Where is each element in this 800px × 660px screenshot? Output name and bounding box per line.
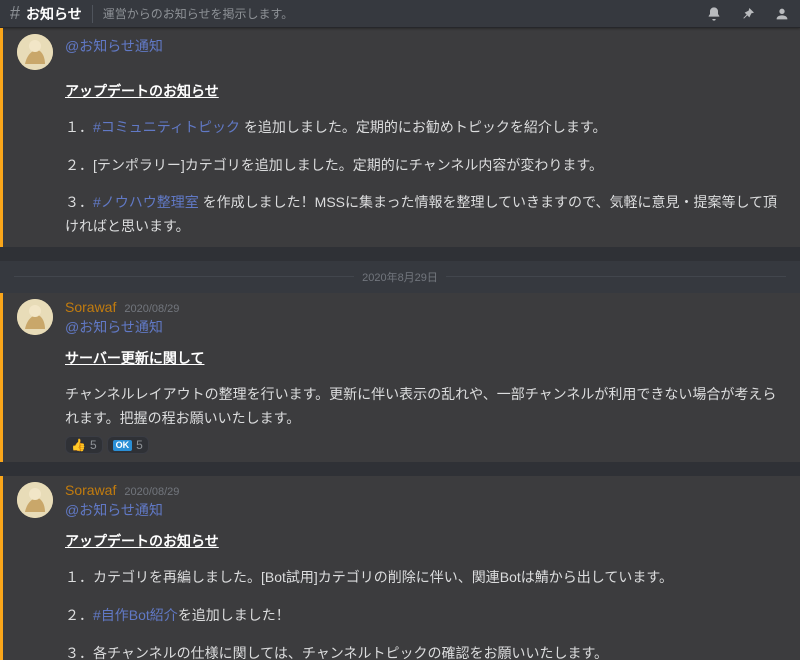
channel-link[interactable]: #ノウハウ整理室: [93, 194, 199, 210]
author-name[interactable]: Sorawaf: [65, 482, 116, 498]
message: Sorawaf 2020/08/29 @お知らせ通知 サーバー更新に関して チャ…: [0, 293, 800, 462]
members-icon[interactable]: [774, 6, 790, 22]
message-heading: サーバー更新に関して: [65, 347, 786, 371]
timestamp: 2020/08/29: [124, 486, 179, 498]
message-line: １．#コミュニティトピック を追加しました。定期的にお勧めトピックを紹介します。: [65, 116, 786, 140]
author-name[interactable]: Sorawaf: [65, 299, 116, 315]
separator: [0, 247, 800, 261]
channel-name: お知らせ: [26, 4, 82, 24]
channel-link[interactable]: #コミュニティトピック: [93, 119, 240, 135]
hash-icon: #: [10, 3, 20, 24]
date-divider: 2020年8月29日: [14, 269, 786, 285]
separator: [0, 462, 800, 476]
message: Sorawaf 2020/08/29 @お知らせ通知 アップデートのお知らせ １…: [0, 476, 800, 660]
pin-icon[interactable]: [740, 6, 756, 22]
reaction[interactable]: OK 5: [107, 436, 149, 454]
avatar[interactable]: [17, 299, 53, 335]
reaction-count: 5: [136, 438, 143, 452]
message-line: ２．#自作Bot紹介を追加しました！: [65, 604, 786, 628]
message-line: ３．#ノウハウ整理室 を作成しました！MSSに集まった情報を整理していきますので…: [65, 191, 786, 239]
message-heading: アップデートのお知らせ: [65, 530, 786, 554]
message: @お知らせ通知 アップデートのお知らせ １．#コミュニティトピック を追加しまし…: [0, 28, 800, 247]
message-line: ２．[テンポラリー]カテゴリを追加しました。定期的にチャンネル内容が変わります。: [65, 154, 786, 178]
thumbs-up-icon: 👍: [71, 438, 86, 452]
avatar[interactable]: [17, 482, 53, 518]
timestamp: 2020/08/29: [124, 303, 179, 315]
channel-header: # お知らせ 運営からのお知らせを掲示します。: [0, 0, 800, 28]
mention[interactable]: @お知らせ通知: [65, 317, 163, 337]
header-icons: [706, 6, 790, 22]
reaction-count: 5: [90, 438, 97, 452]
mention[interactable]: @お知らせ通知: [65, 500, 163, 520]
message-heading: アップデートのお知らせ: [65, 80, 786, 104]
avatar[interactable]: [17, 34, 53, 70]
bell-icon[interactable]: [706, 6, 722, 22]
mention[interactable]: @お知らせ通知: [65, 36, 163, 56]
message-body: チャンネルレイアウトの整理を行います。更新に伴い表示の乱れや、一部チャンネルが利…: [65, 383, 786, 431]
reactions: 👍 5 OK 5: [65, 436, 786, 454]
channel-topic[interactable]: 運営からのお知らせを掲示します。: [103, 5, 706, 22]
date-label: 2020年8月29日: [354, 269, 446, 285]
channel-link[interactable]: #自作Bot紹介: [93, 607, 178, 623]
reaction[interactable]: 👍 5: [65, 436, 103, 454]
message-line: １．カテゴリを再編しました。[Bot試用]カテゴリの削除に伴い、関連Botは鯖か…: [65, 566, 786, 590]
message-line: ３．各チャンネルの仕様に関しては、チャンネルトピックの確認をお願いいたします。: [65, 642, 786, 660]
message-list[interactable]: @お知らせ通知 アップデートのお知らせ １．#コミュニティトピック を追加しまし…: [0, 28, 800, 660]
ok-icon: OK: [113, 440, 133, 451]
divider: [92, 5, 93, 23]
